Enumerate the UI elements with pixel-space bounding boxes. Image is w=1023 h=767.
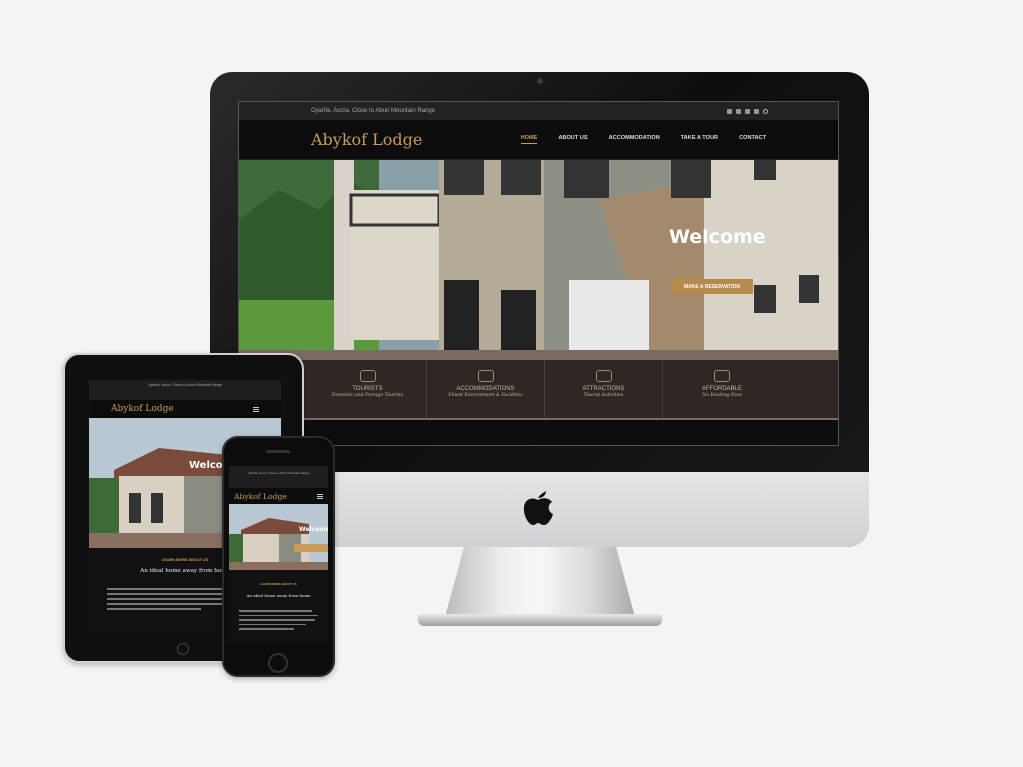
feature-accommodations: ACCOMMODATIONS Finest Environment & Faci… xyxy=(427,360,545,418)
mountain-icon xyxy=(595,370,612,382)
nav-contact[interactable]: CONTACT xyxy=(739,135,766,144)
imac-stand xyxy=(445,547,635,617)
site-logo[interactable]: Abykof Lodge xyxy=(234,492,287,501)
mobile-about-section: LEARN MORE ABOUT US An ideal home away f… xyxy=(229,570,328,630)
mobile-navbar: Abykof Lodge xyxy=(229,488,328,504)
location-text: Oyarifa, Accra. Close to Aburi Mountain … xyxy=(247,471,310,475)
feature-subtitle: No Booking Fees xyxy=(702,393,742,398)
speaker-icon xyxy=(266,450,290,453)
feature-subtitle: Finest Environment & Facilities xyxy=(448,393,523,398)
instagram-icon[interactable] xyxy=(745,108,750,114)
main-navbar: Abykof Lodge HOME ABOUT US ACCOMMODATION… xyxy=(239,120,838,160)
desktop-website-screen: Oyarifa, Accra. Close to Aburi Mountain … xyxy=(238,101,839,446)
location-text: Oyarifa, Accra. Close to Aburi Mountain … xyxy=(147,383,223,387)
feature-title: ACCOMMODATIONS xyxy=(456,386,515,392)
nav-tour[interactable]: TAKE A TOUR xyxy=(681,135,718,144)
search-icon[interactable] xyxy=(763,108,768,114)
lodge-building-photo xyxy=(229,504,328,570)
about-heading: An ideal home away from home xyxy=(246,593,311,598)
feature-tourists: TOURISTS Domestic and Foreign Tourists xyxy=(309,360,427,418)
feature-title: ATTRACTIONS xyxy=(582,386,625,392)
apple-logo-icon xyxy=(523,491,553,525)
feature-attractions: ATTRACTIONS Tourist Activities xyxy=(545,360,663,418)
mobile-hero: Welcome xyxy=(229,504,328,570)
feature-title: TOURISTS xyxy=(352,386,383,392)
bed-icon xyxy=(477,370,494,382)
feature-affordable: AFFORDABLE No Booking Fees xyxy=(663,360,781,418)
top-info-bar: Oyarifa, Accra. Close to Aburi Mountain … xyxy=(239,102,838,120)
feature-title: AFFORDABLE xyxy=(701,386,742,392)
site-logo[interactable]: Abykof Lodge xyxy=(111,404,174,414)
tag-icon xyxy=(714,370,730,382)
mobile-top-bar: Oyarifa, Accra. Close to Aburi Mountain … xyxy=(229,466,328,488)
about-paragraph xyxy=(239,610,318,630)
tablet-top-bar: Oyarifa, Accra. Close to Aburi Mountain … xyxy=(89,380,281,400)
mobile-website-screen: Oyarifa, Accra. Close to Aburi Mountain … xyxy=(229,466,328,642)
nav-menu: HOME ABOUT US ACCOMMODATION TAKE A TOUR … xyxy=(520,135,766,144)
twitter-icon[interactable] xyxy=(736,108,741,114)
hamburger-menu-icon[interactable] xyxy=(317,493,323,499)
nav-accommodation[interactable]: ACCOMMODATION xyxy=(609,135,660,144)
hero-title: Welcome xyxy=(669,226,766,248)
features-bar: TOURISTS Domestic and Foreign Tourists A… xyxy=(239,360,838,418)
feature-subtitle: Tourist Activities xyxy=(583,393,624,398)
location-text: Oyarifa, Accra. Close to Aburi Mountain … xyxy=(311,108,436,114)
home-button[interactable] xyxy=(268,653,288,673)
hero-title: Welcome xyxy=(299,526,328,533)
home-button[interactable] xyxy=(177,643,189,655)
nav-about[interactable]: ABOUT US xyxy=(558,135,587,144)
hamburger-menu-icon[interactable] xyxy=(253,406,259,412)
nav-home[interactable]: HOME xyxy=(520,135,538,144)
mail-icon[interactable] xyxy=(754,108,759,114)
facebook-icon[interactable] xyxy=(727,108,732,114)
make-reservation-button[interactable]: MAKE A RESERVATION xyxy=(671,279,753,294)
shoe-icon xyxy=(359,370,376,382)
site-logo[interactable]: Abykof Lodge xyxy=(311,130,422,149)
social-links xyxy=(727,108,768,114)
feature-subtitle: Domestic and Foreign Tourists xyxy=(331,393,404,398)
imac-base xyxy=(418,614,662,626)
about-kicker: LEARN MORE ABOUT US xyxy=(260,582,297,586)
tablet-navbar: Abykof Lodge xyxy=(89,400,281,418)
camera-icon xyxy=(537,78,543,84)
